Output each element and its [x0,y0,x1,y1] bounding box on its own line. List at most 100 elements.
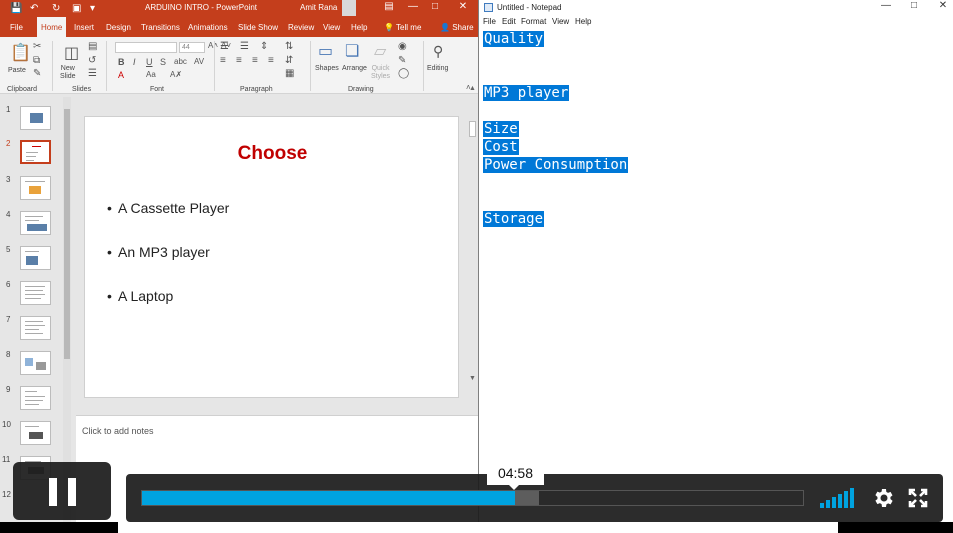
text-direction-icon[interactable]: ⇅ [285,41,293,52]
copy-icon[interactable]: ⧉ [33,55,40,66]
volume-icon[interactable] [820,488,856,508]
align-right-icon[interactable]: ≡ [252,55,258,66]
slide-scroll-thumb[interactable] [469,121,476,137]
justify-icon[interactable]: ≡ [268,55,274,66]
cut-icon[interactable]: ✂ [33,41,41,52]
character-spacing-icon[interactable]: AV [194,57,204,66]
minimize-icon[interactable]: — [406,1,420,12]
shape-effects-icon[interactable]: ◯ [398,68,409,79]
slide-scrollbar[interactable]: ▲ ▼ [467,85,477,395]
tab-tell-me[interactable]: 💡 Tell me [380,17,425,37]
thumb-number: 12 [2,490,11,499]
slide-thumbnail-1[interactable] [20,106,51,130]
paste-button[interactable]: Paste [8,67,26,75]
numbering-icon[interactable]: ☰ [240,41,249,52]
tab-help[interactable]: Help [347,17,371,37]
settings-gear-icon[interactable] [871,486,895,510]
minimize-icon[interactable]: — [879,0,893,11]
paste-icon[interactable]: 📋 [10,43,31,63]
avatar[interactable] [342,0,356,16]
tab-review[interactable]: Review [284,17,318,37]
scroll-up-icon[interactable]: ▲ [469,85,476,92]
quick-styles-icon[interactable]: ▱ [374,41,386,61]
slide-thumbnail-3[interactable] [20,176,51,200]
slide-bullet[interactable]: • An MP3 player [107,244,210,260]
shapes-button[interactable]: Shapes [315,65,339,73]
tab-home[interactable]: Home [37,17,67,37]
slide-thumbnail-9[interactable] [20,386,51,410]
tab-file[interactable]: File [6,17,27,37]
maximize-icon[interactable]: □ [907,0,921,11]
close-icon[interactable]: ✕ [936,0,950,11]
slide-title[interactable]: Choose [85,143,460,165]
tab-insert[interactable]: Insert [70,17,98,37]
slide-thumbnail-10[interactable] [20,421,51,445]
align-center-icon[interactable]: ≡ [236,55,242,66]
underline-icon[interactable]: U [146,57,153,67]
tab-slide-show[interactable]: Slide Show [234,17,282,37]
save-icon[interactable]: 💾 [10,2,22,15]
editing-button[interactable]: Editing [427,65,448,73]
pause-button[interactable] [13,462,111,520]
font-size-box[interactable]: 44 [179,42,205,53]
find-icon[interactable]: ⚲ [433,43,443,60]
align-left-icon[interactable]: ≡ [220,55,226,66]
reset-icon[interactable]: ↺ [88,55,96,66]
slide-canvas[interactable]: Choose • A Cassette Player • An MP3 player… [84,116,459,398]
strikethrough-icon[interactable]: abc [174,57,187,66]
slide-thumbnail-4[interactable] [20,211,51,235]
slide-thumbnail-7[interactable] [20,316,51,340]
slide-thumbnail-6[interactable] [20,281,51,305]
menu-file[interactable]: File [483,17,496,26]
menu-help[interactable]: Help [575,17,591,26]
slide-bullet[interactable]: • A Laptop [107,288,173,304]
align-text-icon[interactable]: ⇵ [285,55,293,66]
slide-thumbnail-5[interactable] [20,246,51,270]
tab-transitions[interactable]: Transitions [137,17,184,37]
progress-bar[interactable] [141,490,804,506]
clear-formatting-icon[interactable]: A✗ [170,70,182,79]
change-case-icon[interactable]: Aa [146,70,156,79]
italic-icon[interactable]: I [133,57,136,67]
shape-outline-icon[interactable]: ✎ [398,55,406,66]
menu-view[interactable]: View [552,17,569,26]
scroll-down-icon[interactable]: ▼ [469,375,476,382]
bold-icon[interactable]: B [118,57,125,67]
present-icon[interactable]: ▣ [72,2,81,15]
shape-fill-icon[interactable]: ◉ [398,41,407,52]
menu-format[interactable]: Format [521,17,546,26]
bullets-icon[interactable]: ☰ [220,41,229,52]
font-color-icon[interactable]: A [118,70,124,80]
format-painter-icon[interactable]: ✎ [33,68,41,79]
menu-edit[interactable]: Edit [502,17,516,26]
slide-thumbnail-8[interactable] [20,351,51,375]
smartart-icon[interactable]: ▦ [285,68,294,79]
tab-view[interactable]: View [319,17,344,37]
font-name-box[interactable] [115,42,177,53]
ribbon-display-icon[interactable]: ▤ [382,1,396,12]
quick-styles-button[interactable]: Quick Styles [371,65,390,81]
maximize-icon[interactable]: □ [428,1,442,12]
close-icon[interactable]: ✕ [456,1,470,12]
undo-icon[interactable]: ↶ [30,2,38,15]
tab-design[interactable]: Design [102,17,135,37]
arrange-button[interactable]: Arrange [342,65,367,73]
line-spacing-icon[interactable]: ⇕ [260,41,268,52]
shapes-icon[interactable]: ▭ [318,41,333,61]
new-slide-icon[interactable]: ◫ [64,43,79,63]
new-slide-button[interactable]: New Slide [60,65,76,81]
arrange-icon[interactable]: ❏ [345,41,359,61]
share-button[interactable]: 👤 Share [436,17,478,37]
customize-quick-access-icon[interactable]: ▾ [90,2,95,15]
slide-bullet[interactable]: • A Cassette Player [107,200,229,216]
fullscreen-icon[interactable] [908,488,928,508]
slide-thumbnail-2[interactable] [20,140,51,164]
tab-animations[interactable]: Animations [184,17,232,37]
thumbnail-scroll-thumb[interactable] [64,109,70,359]
section-icon[interactable]: ☰ [88,68,97,79]
layout-icon[interactable]: ▤ [88,41,97,52]
shadow-icon[interactable]: S [160,57,166,67]
user-name[interactable]: Amit Rana [300,3,337,12]
increase-font-icon[interactable]: A˄ [208,41,218,50]
redo-icon[interactable]: ↻ [52,2,60,15]
